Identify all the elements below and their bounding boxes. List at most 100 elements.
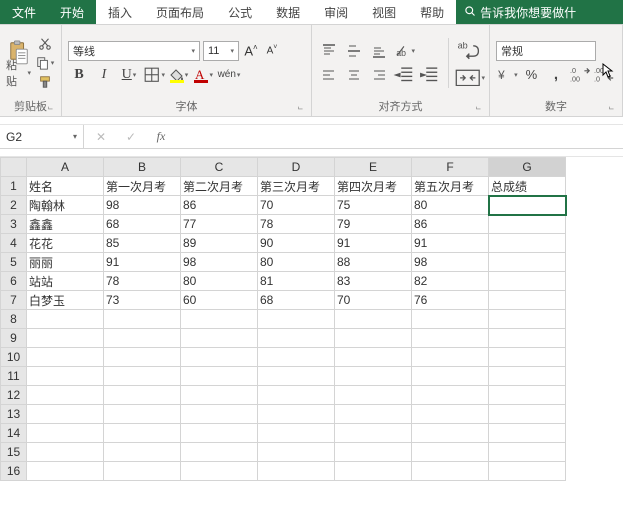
format-painter-button[interactable] [35,73,55,91]
column-header[interactable]: B [104,158,181,177]
align-middle-button[interactable] [343,41,365,61]
cell[interactable]: 第二次月考 [181,177,258,196]
cell[interactable] [489,272,566,291]
cell[interactable] [258,462,335,481]
cell[interactable] [181,443,258,462]
cell[interactable] [104,405,181,424]
cell[interactable] [412,310,489,329]
accounting-format-button[interactable]: ¥ [496,65,518,85]
cell[interactable]: 91 [104,253,181,272]
tab-data[interactable]: 数据 [264,0,312,24]
underline-button[interactable]: U [118,65,140,85]
cell[interactable] [27,462,104,481]
cell[interactable]: 86 [181,196,258,215]
cell[interactable]: 80 [258,253,335,272]
cell[interactable]: 第五次月考 [412,177,489,196]
cell[interactable] [181,386,258,405]
font-size-combo[interactable]: 11 [203,41,239,61]
cell[interactable]: 丽丽 [27,253,104,272]
border-button[interactable] [143,65,165,85]
cell[interactable] [489,196,566,215]
row-header[interactable]: 4 [1,234,27,253]
decrease-indent-button[interactable] [393,65,415,85]
cell[interactable] [335,443,412,462]
cell[interactable] [489,348,566,367]
row-header[interactable]: 1 [1,177,27,196]
column-header[interactable]: G [489,158,566,177]
merge-center-button[interactable] [455,68,485,88]
align-center-button[interactable] [343,65,365,85]
tab-review[interactable]: 审阅 [312,0,360,24]
row-header[interactable]: 10 [1,348,27,367]
cell[interactable] [27,386,104,405]
cell[interactable] [335,405,412,424]
cell[interactable] [104,367,181,386]
cell[interactable] [181,405,258,424]
row-header[interactable]: 9 [1,329,27,348]
cell[interactable] [412,386,489,405]
tell-me-search[interactable]: 告诉我你想要做什 [456,0,623,24]
cell[interactable] [27,329,104,348]
cell[interactable] [489,367,566,386]
align-left-button[interactable] [318,65,340,85]
cell[interactable] [181,367,258,386]
fill-color-button[interactable] [168,65,190,85]
cell[interactable] [412,367,489,386]
cell[interactable]: 85 [104,234,181,253]
cell[interactable] [412,462,489,481]
cell[interactable] [335,424,412,443]
cell[interactable] [104,348,181,367]
insert-function-button[interactable]: fx [150,127,172,147]
cell[interactable] [258,329,335,348]
cell[interactable] [335,329,412,348]
phonetic-button[interactable]: wén [218,65,240,85]
cell[interactable] [335,386,412,405]
cell[interactable] [27,367,104,386]
cell[interactable]: 77 [181,215,258,234]
cell[interactable] [181,424,258,443]
cell[interactable]: 80 [412,196,489,215]
cell[interactable] [181,462,258,481]
cell[interactable]: 第三次月考 [258,177,335,196]
tab-file[interactable]: 文件 [0,0,48,24]
cell[interactable]: 80 [181,272,258,291]
row-header[interactable]: 6 [1,272,27,291]
italic-button[interactable]: I [93,65,115,85]
cell[interactable]: 花花 [27,234,104,253]
row-header[interactable]: 5 [1,253,27,272]
paste-label[interactable]: 粘贴 [6,64,31,82]
cell[interactable]: 75 [335,196,412,215]
tab-home[interactable]: 开始 [48,0,96,24]
cell[interactable] [258,367,335,386]
cell[interactable]: 第四次月考 [335,177,412,196]
cell[interactable]: 68 [258,291,335,310]
select-all-corner[interactable] [1,158,27,177]
cell[interactable] [258,310,335,329]
cell[interactable] [412,443,489,462]
cell[interactable]: 68 [104,215,181,234]
cell[interactable]: 第一次月考 [104,177,181,196]
tab-view[interactable]: 视图 [360,0,408,24]
align-top-button[interactable] [318,41,340,61]
tab-page-layout[interactable]: 页面布局 [144,0,216,24]
comma-button[interactable]: , [545,65,567,85]
enter-formula-button[interactable]: ✓ [120,127,142,147]
cell[interactable]: 98 [104,196,181,215]
cell[interactable] [258,386,335,405]
cell[interactable] [27,443,104,462]
tab-formulas[interactable]: 公式 [216,0,264,24]
cell[interactable] [27,348,104,367]
cell[interactable] [412,329,489,348]
row-header[interactable]: 14 [1,424,27,443]
cell[interactable] [181,329,258,348]
cell[interactable] [489,443,566,462]
cell[interactable] [27,310,104,329]
cell[interactable] [335,462,412,481]
align-right-button[interactable] [368,65,390,85]
cell[interactable]: 90 [258,234,335,253]
align-bottom-button[interactable] [368,41,390,61]
cell[interactable] [489,215,566,234]
row-header[interactable]: 12 [1,386,27,405]
row-header[interactable]: 2 [1,196,27,215]
cell[interactable] [335,310,412,329]
